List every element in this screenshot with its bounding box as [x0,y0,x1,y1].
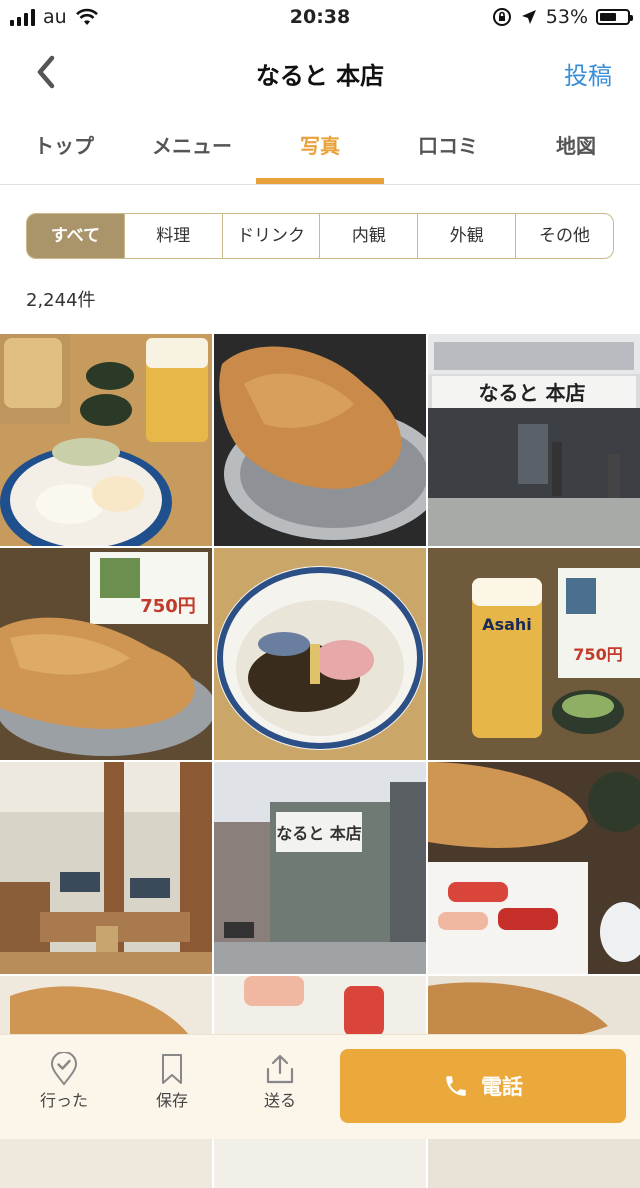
beer-label-text: Asahi [482,615,532,634]
filter-interior[interactable]: 内観 [319,214,417,258]
page-title: なると 本店 [255,62,385,90]
send-button[interactable]: 送る [240,1051,320,1111]
battery-percent: 53% [545,6,588,28]
save-button[interactable]: 保存 [132,1051,212,1111]
check-pin-icon [50,1052,78,1086]
photo-sushi-chicken[interactable] [428,762,640,974]
photo-grid: なると 本店 750円 750円 Asahi なると 本店 [0,334,640,1188]
tab-menu[interactable]: メニュー [128,118,256,184]
photo-asahi-beer[interactable]: 750円 Asahi [428,548,640,760]
post-button[interactable]: 投稿 [564,56,612,91]
photo-fried-chicken[interactable] [214,334,426,546]
bottom-action-bar: 行った 保存 送る 電話 [0,1034,640,1139]
status-right: 53% [492,6,633,28]
photo-filter: すべて 料理 ドリンク 内観 外観 その他 [26,213,614,259]
filter-other[interactable]: その他 [515,214,613,258]
call-label: 電話 [481,1075,523,1099]
photo-seafood-bowl[interactable] [214,548,426,760]
tab-photos[interactable]: 写真 [256,118,384,184]
send-label: 送る [263,1091,296,1110]
filter-exterior[interactable]: 外観 [417,214,515,258]
price-card-text: 750円 [140,596,196,617]
orientation-lock-icon [492,8,511,26]
tab-reviews[interactable]: 口コミ [384,118,512,184]
bookmark-icon [162,1054,182,1084]
nav-header: なると 本店 投稿 [0,40,640,104]
filter-all[interactable]: すべて [27,214,124,258]
photo-interior[interactable] [0,762,212,974]
battery-icon [596,9,633,25]
call-button[interactable]: 電話 [340,1049,626,1123]
filter-drink[interactable]: ドリンク [221,214,320,258]
photo-chicken-price[interactable]: 750円 [0,548,212,760]
tab-bar: トップ メニュー 写真 口コミ 地図 [0,118,640,185]
tab-map[interactable]: 地図 [512,118,640,184]
beer-price-text: 750円 [573,645,622,664]
phone-icon [446,1076,466,1096]
save-label: 保存 [155,1091,188,1110]
photo-street-view[interactable]: なると 本店 [214,762,426,974]
went-button[interactable]: 行った [24,1051,104,1111]
location-arrow-icon [521,10,536,24]
went-label: 行った [39,1091,88,1110]
filter-food[interactable]: 料理 [123,214,222,258]
tab-top[interactable]: トップ [0,118,128,184]
photo-count: 2,244件 [26,290,96,311]
photo-egg-bowl[interactable] [0,334,212,546]
street-sign-text: なると 本店 [276,824,362,843]
status-bar: au 20:38 53% [0,0,640,36]
share-icon [266,1054,294,1084]
photo-storefront[interactable]: なると 本店 [428,334,640,546]
storefront-sign: なると 本店 [479,381,586,405]
